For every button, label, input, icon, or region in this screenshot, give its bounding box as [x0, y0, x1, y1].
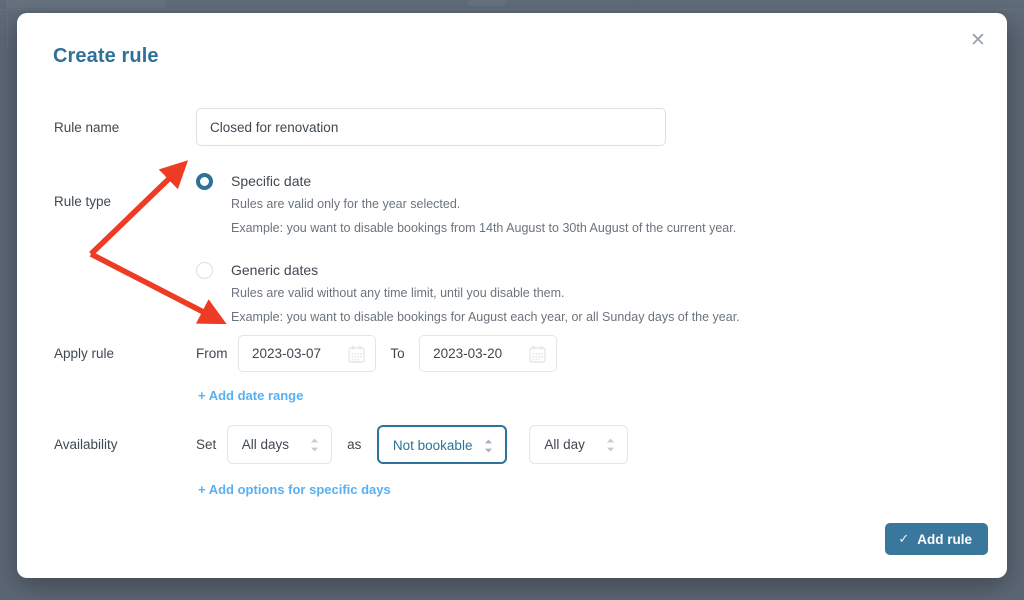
radio-generic-dates-icon[interactable]: [196, 262, 213, 279]
calendar-icon[interactable]: [348, 345, 365, 363]
radio-specific-date-icon[interactable]: [196, 173, 213, 190]
radio-option-generic-dates[interactable]: Generic dates Rules are valid without an…: [196, 260, 740, 328]
set-label: Set: [196, 437, 217, 452]
time-select[interactable]: All day: [529, 425, 629, 464]
as-label: as: [347, 437, 362, 452]
calendar-icon[interactable]: [529, 345, 546, 363]
date-from-field[interactable]: 2023-03-07: [237, 335, 376, 372]
radio-generic-dates-label[interactable]: Generic dates: [231, 260, 740, 280]
days-select-value: All days: [241, 437, 289, 452]
to-label: To: [390, 346, 405, 361]
add-options-specific-days-link[interactable]: + Add options for specific days: [198, 482, 634, 497]
rule-name-label: Rule name: [54, 120, 120, 135]
availability-row: Set All days as Not bookable All day + A…: [196, 425, 634, 497]
add-date-range-link[interactable]: + Add date range: [198, 388, 563, 403]
stepper-updown-icon[interactable]: [483, 438, 494, 454]
radio-option-specific-date[interactable]: Specific date Rules are valid only for t…: [196, 171, 740, 239]
rule-name-input[interactable]: [196, 108, 666, 146]
time-select-value: All day: [544, 437, 585, 452]
date-range-row: From 2023-03-07 To 2023-03-20 + Add date…: [196, 335, 563, 403]
radio-generic-dates-desc-2: Example: you want to disable bookings fo…: [231, 310, 740, 324]
bookable-state-select[interactable]: Not bookable: [376, 425, 507, 464]
bookable-state-select-value: Not bookable: [392, 438, 473, 453]
backdrop-ghost-card: [6, 0, 166, 8]
radio-specific-date-label[interactable]: Specific date: [231, 171, 740, 191]
page-title: Create rule: [53, 45, 159, 67]
days-select[interactable]: All days: [226, 425, 332, 464]
radio-specific-date-desc-2: Example: you want to disable bookings fr…: [231, 221, 737, 235]
availability-label: Availability: [54, 437, 118, 452]
check-icon: ✓: [898, 531, 910, 546]
radio-generic-dates-desc-1: Rules are valid without any time limit, …: [231, 286, 565, 300]
stepper-updown-icon[interactable]: [605, 437, 616, 453]
close-icon[interactable]: ✕: [965, 27, 991, 53]
backdrop-ghost-chip: [468, 0, 506, 6]
date-to-value: 2023-03-20: [433, 346, 503, 361]
backdrop-ghost-divider: [0, 9, 1024, 10]
radio-specific-date-desc-1: Rules are valid only for the year select…: [231, 197, 461, 211]
date-to-field[interactable]: 2023-03-20: [419, 335, 558, 372]
add-rule-button[interactable]: ✓ Add rule: [885, 523, 988, 555]
date-from-value: 2023-03-07: [251, 346, 322, 361]
backdrop-ghost-edge: [7, 9, 8, 49]
from-label: From: [196, 346, 228, 361]
add-rule-button-label: Add rule: [917, 531, 972, 547]
create-rule-dialog: ✕ Create rule Rule name Rule type Specif…: [17, 13, 1007, 578]
stepper-updown-icon[interactable]: [309, 437, 320, 453]
apply-rule-label: Apply rule: [54, 346, 115, 361]
rule-type-radio-group: Specific date Rules are valid only for t…: [196, 171, 740, 338]
rule-type-label: Rule type: [54, 194, 112, 209]
